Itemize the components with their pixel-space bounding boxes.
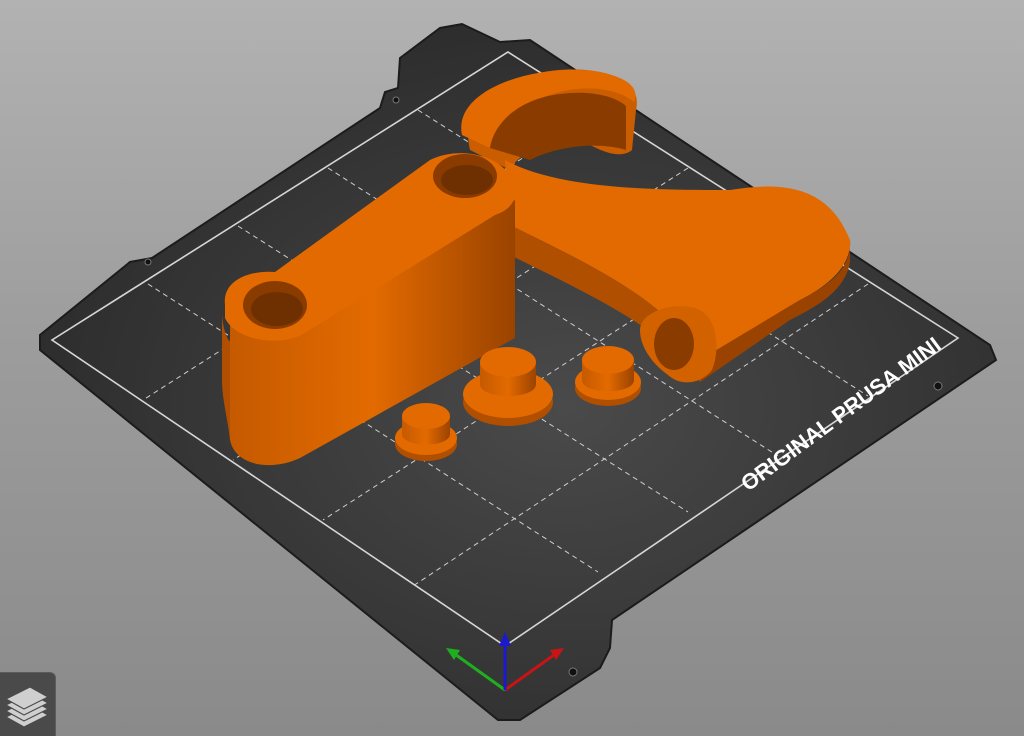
bed-hole-top	[392, 96, 400, 104]
layers-toolbar-button[interactable]	[0, 672, 56, 736]
bed-hole-bottom	[568, 667, 578, 677]
arm-bar-hole-right-rim	[441, 165, 493, 195]
peg-left-top	[402, 403, 450, 429]
peg-mid-top	[480, 347, 536, 377]
clamp-boss-hole	[654, 318, 694, 370]
layers-icon	[4, 686, 50, 728]
bed-hole-left	[144, 258, 152, 266]
arm-bar-hole-left-rim	[251, 292, 303, 326]
peg-right-top	[582, 346, 634, 374]
3d-viewport[interactable]: ORIGINAL PRUSA MINI	[0, 0, 1024, 736]
small-peg-left[interactable]	[395, 403, 457, 461]
small-peg-right[interactable]	[575, 346, 641, 406]
bed-hole-right	[933, 381, 943, 391]
